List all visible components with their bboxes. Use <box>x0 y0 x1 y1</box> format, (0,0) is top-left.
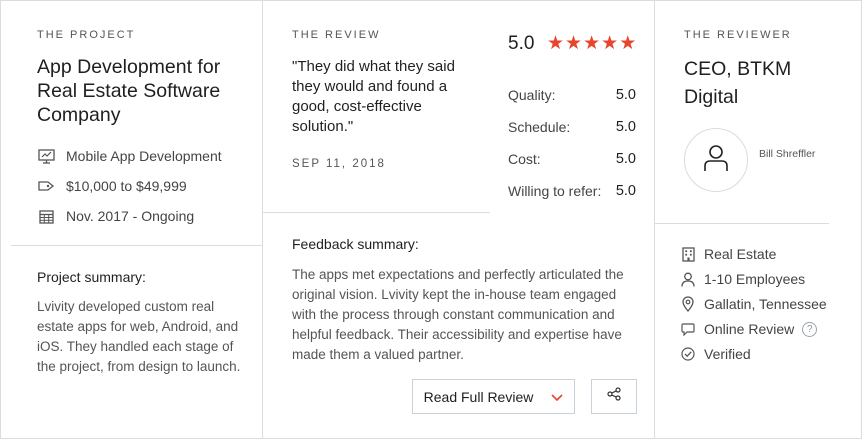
project-service: Mobile App Development <box>37 146 222 166</box>
reviewer-title: CEO, BTKM Digital <box>684 58 792 108</box>
score-value: 5.0 <box>615 119 636 135</box>
score-cost: Cost: 5.0 <box>508 151 636 167</box>
project-label: THE PROJECT <box>37 29 136 41</box>
check-circle-icon <box>680 346 696 362</box>
project-summary-text: Lvivity developed custom real estate app… <box>37 299 241 374</box>
review-date: SEP 11, 2018 <box>292 158 386 170</box>
reviewer-label: THE REVIEWER <box>684 29 792 41</box>
score-value: 5.0 <box>615 183 636 199</box>
read-full-review-label: Read Full Review <box>423 388 534 405</box>
project-budget: $10,000 to $49,999 <box>37 176 187 196</box>
star-icon: ★ <box>565 33 583 54</box>
reviewer-review-type: Online Review ? <box>680 319 818 339</box>
location-pin-icon <box>680 296 696 312</box>
score-schedule: Schedule: 5.0 <box>508 119 636 135</box>
project-summary-heading: Project summary: <box>37 269 146 285</box>
review-card: THE PROJECT App Development for Real Est… <box>0 0 862 439</box>
share-icon <box>607 387 621 406</box>
star-icon: ★ <box>547 33 565 54</box>
column-divider <box>262 1 263 438</box>
review-quote: "They did what they said they would and … <box>292 58 455 135</box>
score-label: Cost: <box>508 151 541 167</box>
user-icon <box>703 144 729 177</box>
avatar <box>684 128 748 192</box>
score-value: 5.0 <box>615 87 636 103</box>
score-value: 5.0 <box>615 151 636 167</box>
column-divider <box>654 1 655 438</box>
building-icon <box>680 246 696 262</box>
reviewer-location-text: Gallatin, Tennessee <box>704 296 827 312</box>
calendar-icon <box>37 207 55 225</box>
score-quality: Quality: 5.0 <box>508 87 636 103</box>
reviewer-size-text: 1-10 Employees <box>704 271 806 287</box>
overall-rating: 5.0 <box>508 33 535 54</box>
project-divider <box>11 245 262 246</box>
star-rating: ★ ★ ★ ★ ★ <box>547 34 636 54</box>
help-icon[interactable]: ? <box>802 321 818 337</box>
star-icon: ★ <box>583 33 601 54</box>
project-budget-text: $10,000 to $49,999 <box>66 178 187 194</box>
star-icon: ★ <box>619 33 637 54</box>
review-divider <box>263 212 490 213</box>
star-icon: ★ <box>601 33 619 54</box>
reviewer-name: Bill Shreffler <box>759 148 816 160</box>
reviewer-industry: Real Estate <box>680 244 776 264</box>
reviewer-size: 1-10 Employees <box>680 269 805 289</box>
feedback-summary-text: The apps met expectations and perfectly … <box>292 267 624 362</box>
monitor-icon <box>37 147 55 165</box>
score-label: Quality: <box>508 87 556 103</box>
reviewer-location: Gallatin, Tennessee <box>680 294 827 314</box>
chevron-down-icon <box>551 389 563 405</box>
score-label: Schedule: <box>508 119 571 135</box>
reviewer-industry-text: Real Estate <box>704 246 777 262</box>
reviewer-status: Verified <box>680 344 751 364</box>
share-button[interactable] <box>591 379 637 414</box>
project-timeline-text: Nov. 2017 - Ongoing <box>66 208 195 224</box>
feedback-summary-heading: Feedback summary: <box>292 236 419 252</box>
read-full-review-button[interactable]: Read Full Review <box>412 379 575 414</box>
reviewer-status-text: Verified <box>704 346 751 362</box>
project-timeline: Nov. 2017 - Ongoing <box>37 206 194 226</box>
score-label: Willing to refer: <box>508 183 602 199</box>
price-tag-icon <box>37 177 55 195</box>
project-service-text: Mobile App Development <box>66 148 222 164</box>
chat-bubble-icon <box>680 321 696 337</box>
reviewer-divider <box>655 223 829 224</box>
reviewer-review-type-text: Online Review <box>704 321 795 337</box>
score-willing-to-refer: Willing to refer: 5.0 <box>508 183 636 199</box>
review-label: THE REVIEW <box>292 29 381 41</box>
user-icon <box>680 271 696 287</box>
project-title: App Development for Real Estate Software… <box>37 56 221 126</box>
